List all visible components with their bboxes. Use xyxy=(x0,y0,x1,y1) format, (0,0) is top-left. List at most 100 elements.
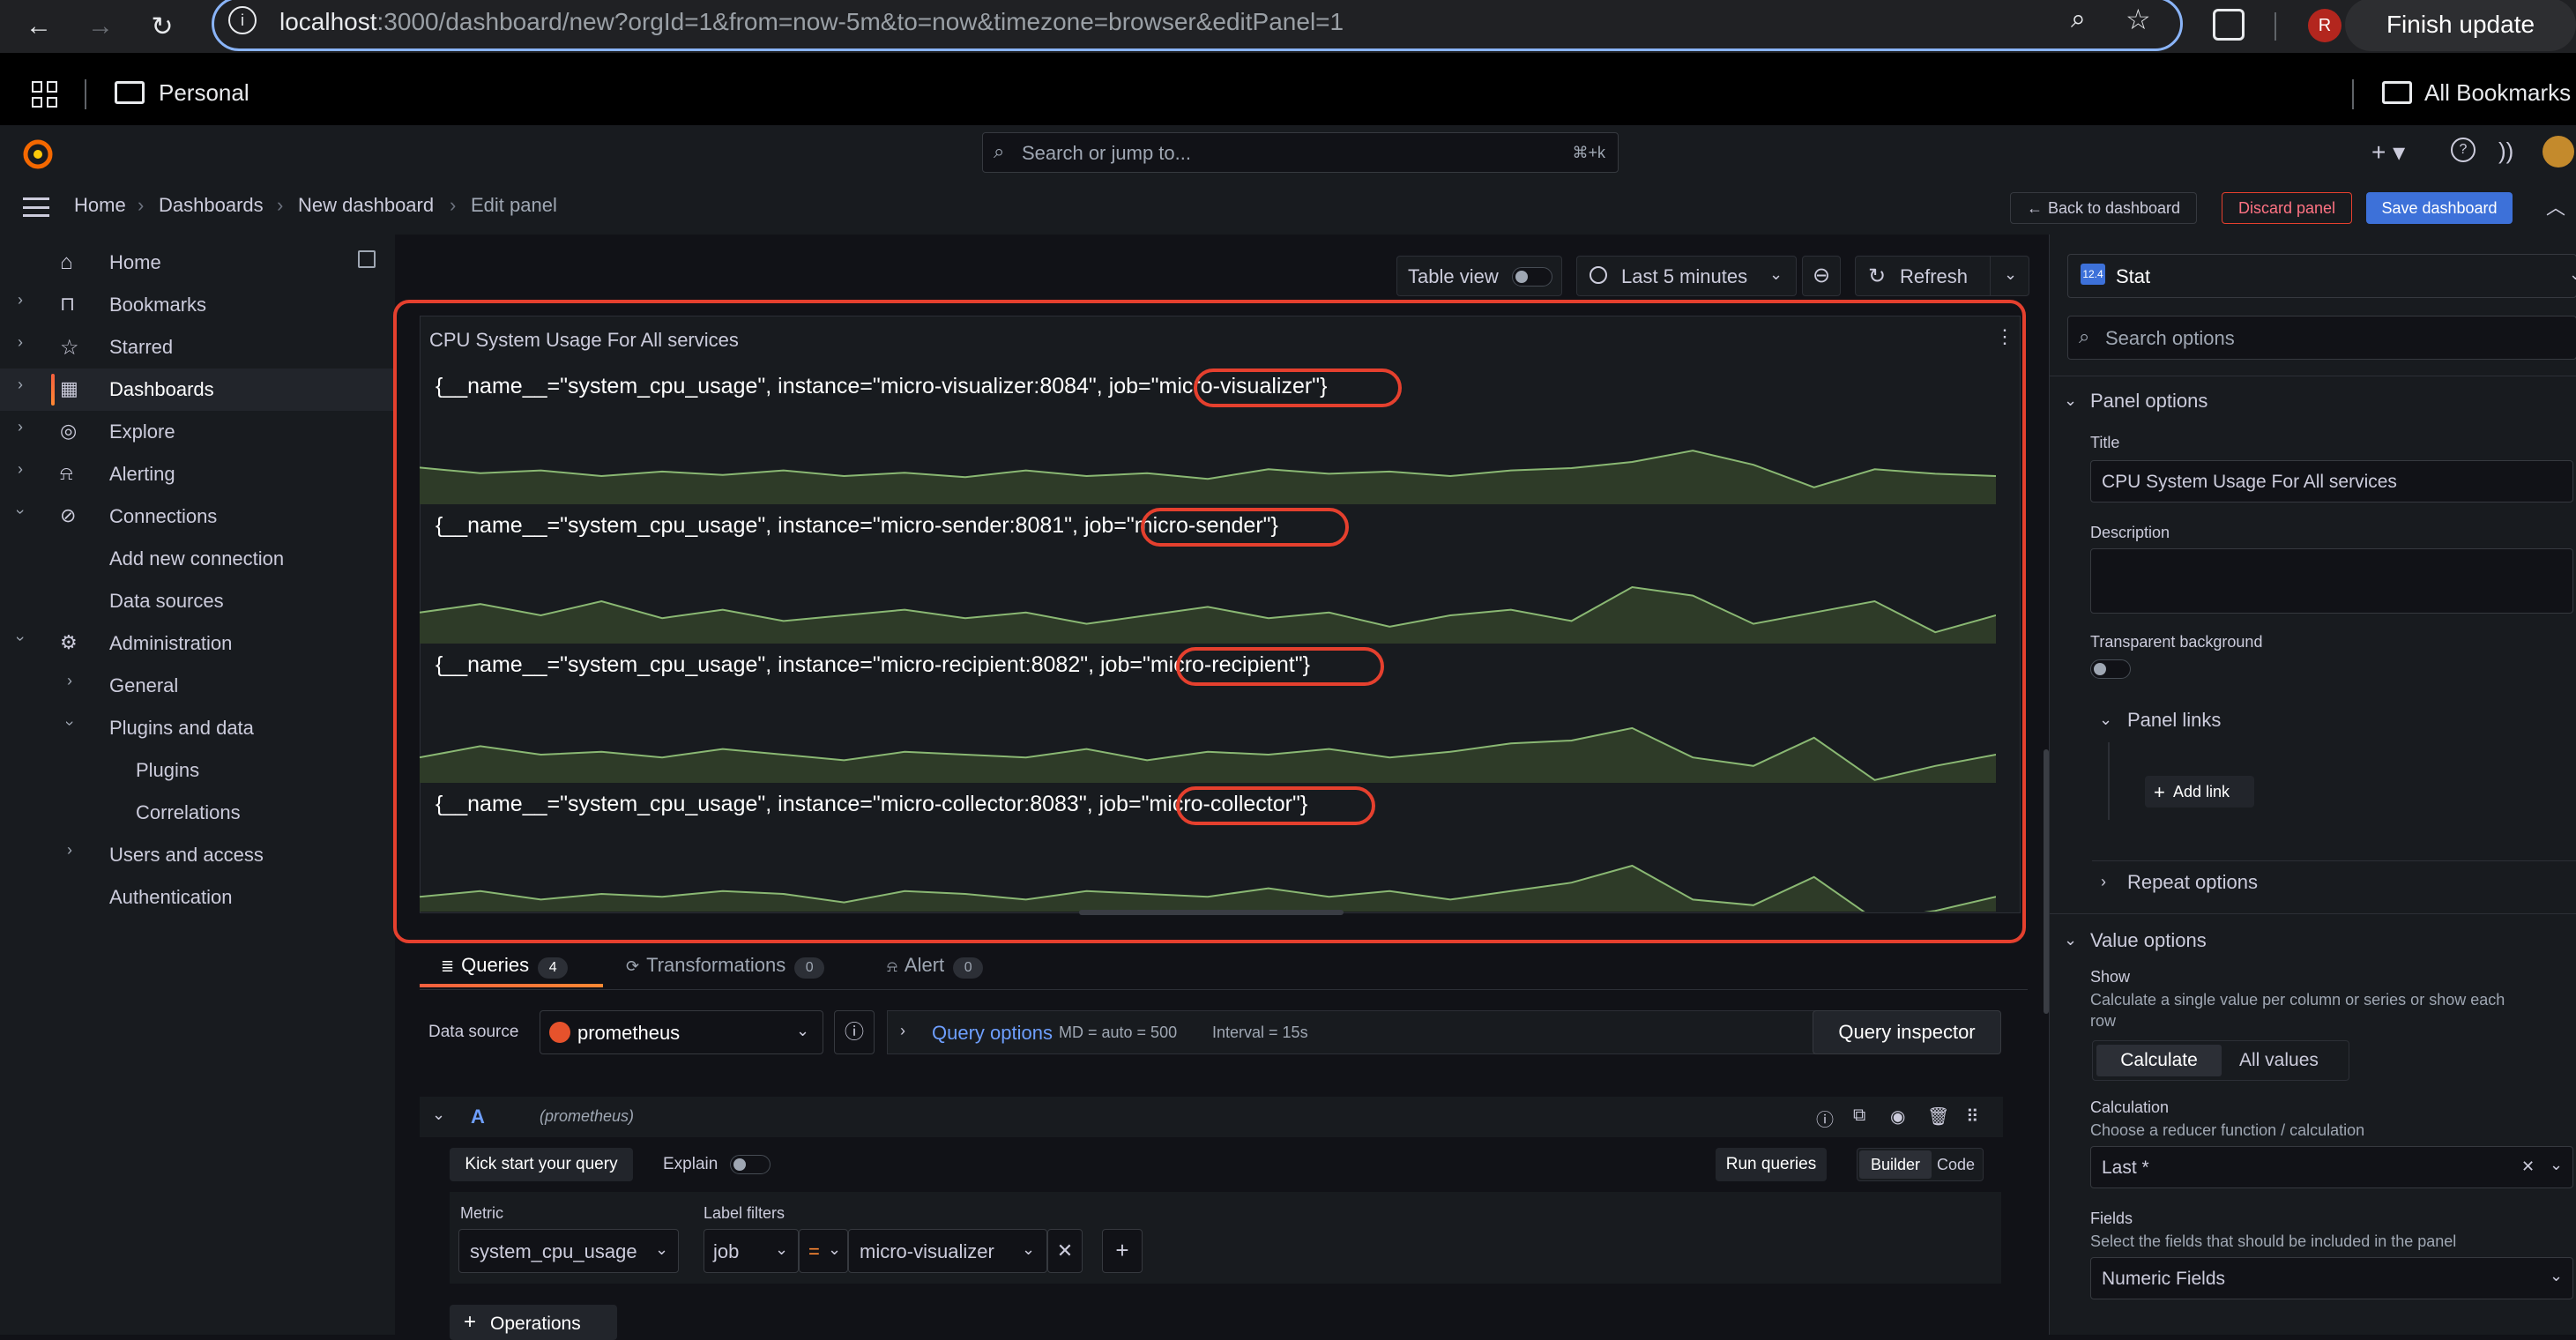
sidebar-item-home[interactable]: ⌂ Home xyxy=(0,242,393,284)
value-options-header[interactable]: Value options xyxy=(2090,929,2207,952)
forward-arrow-icon[interactable]: → xyxy=(83,9,118,44)
dock-menu-icon[interactable] xyxy=(358,250,376,268)
sidebar-item-add-new-connection[interactable]: Add new connection xyxy=(0,538,393,580)
menu-hamburger-icon[interactable] xyxy=(23,197,49,217)
tab-alert[interactable]: ⍾ Alert 0 xyxy=(887,954,984,979)
query-ref-id[interactable]: A xyxy=(471,1106,485,1128)
help-icon[interactable]: ⓘ xyxy=(1816,1106,1834,1131)
refresh-button[interactable]: ↻ Refresh ⌄ xyxy=(1855,256,2029,296)
help-icon[interactable]: ? xyxy=(2451,138,2475,162)
bookmark-personal[interactable]: Personal xyxy=(159,79,249,107)
chevron-right-icon[interactable]: › xyxy=(18,291,23,309)
profile-avatar[interactable]: R xyxy=(2308,9,2341,42)
chevron-right-icon[interactable]: › xyxy=(67,672,72,690)
eye-icon[interactable]: ◉ xyxy=(1890,1106,1905,1128)
query-inspector-button[interactable]: Query inspector xyxy=(1813,1010,2001,1054)
finish-update-button[interactable]: Finish update xyxy=(2345,0,2576,51)
label-key-select[interactable]: job ⌄ xyxy=(704,1229,799,1273)
chevron-down-icon[interactable]: ⌄ xyxy=(2099,711,2112,729)
bookmark-star-icon[interactable]: ☆ xyxy=(2126,3,2151,36)
search-bar[interactable]: ⌕ Search or jump to... ⌘+k xyxy=(982,132,1619,173)
label-operator-select[interactable]: = ⌄ xyxy=(799,1229,848,1273)
chevron-right-icon[interactable]: › xyxy=(18,333,23,352)
sidebar-item-starred[interactable]: › ☆ Starred xyxy=(0,326,393,368)
kick-start-button[interactable]: Kick start your query xyxy=(450,1148,633,1181)
chevron-right-icon[interactable]: › xyxy=(67,841,72,860)
add-new-icon[interactable]: + ▾ xyxy=(2371,138,2405,167)
chevron-down-icon[interactable]: › xyxy=(61,721,79,726)
chevron-down-icon[interactable]: ⌄ xyxy=(2004,265,2017,284)
table-view-toggle[interactable]: Table view xyxy=(1396,256,1562,296)
chevron-down-icon[interactable]: ⌄ xyxy=(2064,931,2077,949)
sidebar-item-plugins[interactable]: Plugins xyxy=(0,749,393,792)
repeat-options-header[interactable]: Repeat options xyxy=(2127,871,2258,894)
tab-transformations[interactable]: ⟳ Transformations 0 xyxy=(626,954,825,979)
chevron-right-icon[interactable]: › xyxy=(18,418,23,436)
title-input[interactable]: CPU System Usage For All services xyxy=(2090,460,2573,502)
add-filter-icon[interactable]: + xyxy=(1102,1229,1143,1273)
run-queries-button[interactable]: Run queries xyxy=(1716,1148,1827,1181)
explain-toggle[interactable] xyxy=(730,1155,771,1174)
sidebar-item-explore[interactable]: › ◎ Explore xyxy=(0,411,393,453)
calculate-option[interactable]: Calculate xyxy=(2096,1045,2222,1076)
query-options-bar[interactable]: › Query options MD = auto = 500 Interval… xyxy=(887,1010,1874,1054)
reload-icon[interactable]: ↻ xyxy=(145,9,180,44)
back-to-dashboard-button[interactable]: ← Back to dashboard xyxy=(2010,192,2197,224)
breadcrumb-dashboards[interactable]: Dashboards xyxy=(159,194,264,217)
table-view-switch[interactable] xyxy=(1512,267,1552,287)
discard-panel-button[interactable]: Discard panel xyxy=(2222,192,2352,224)
sidebar-item-bookmarks[interactable]: › ⊓ Bookmarks xyxy=(0,284,393,326)
news-feed-icon[interactable]: )) xyxy=(2498,138,2513,165)
builder-mode-button[interactable]: Builder xyxy=(1859,1150,1932,1179)
sidebar-item-administration[interactable]: › ⚙ Administration xyxy=(0,622,393,665)
chevron-right-icon[interactable]: › xyxy=(2101,873,2106,891)
description-textarea[interactable] xyxy=(2090,548,2573,614)
transparent-background-toggle[interactable] xyxy=(2090,659,2131,679)
panel-links-header[interactable]: Panel links xyxy=(2127,709,2221,732)
sidebar-item-general[interactable]: › General xyxy=(0,665,393,707)
visualization-picker[interactable]: 12.4 Stat ⌄ xyxy=(2067,254,2576,298)
extensions-icon[interactable] xyxy=(2213,9,2245,41)
add-link-button[interactable]: + Add link xyxy=(2145,776,2254,808)
label-value-select[interactable]: micro-visualizer ⌄ xyxy=(848,1229,1047,1273)
search-options-input[interactable]: ⌕ Search options xyxy=(2067,316,2576,360)
chevron-down-icon[interactable]: › xyxy=(11,636,30,642)
operations-button[interactable]: + Operations xyxy=(450,1305,617,1340)
chevron-down-icon[interactable]: ⌄ xyxy=(2064,391,2077,410)
apps-grid-icon[interactable] xyxy=(32,81,58,108)
site-info-icon[interactable]: i xyxy=(228,6,257,34)
duplicate-icon[interactable]: ⧉ xyxy=(1853,1106,1865,1126)
breadcrumb-new-dashboard[interactable]: New dashboard xyxy=(298,194,434,217)
all-bookmarks[interactable]: All Bookmarks xyxy=(2424,79,2571,107)
calculation-select[interactable]: Last * ✕ ⌄ xyxy=(2090,1146,2573,1188)
sidebar-item-connections[interactable]: › ⊘ Connections xyxy=(0,495,393,538)
clear-icon[interactable]: ✕ xyxy=(2521,1158,2535,1176)
sidebar-item-data-sources[interactable]: Data sources xyxy=(0,580,393,622)
sidebar-item-users-and-access[interactable]: › Users and access xyxy=(0,834,393,876)
sidebar-item-authentication[interactable]: Authentication xyxy=(0,876,393,919)
chevron-right-icon[interactable]: › xyxy=(18,460,23,479)
user-avatar[interactable] xyxy=(2542,136,2574,168)
fields-select[interactable]: Numeric Fields ⌄ xyxy=(2090,1257,2573,1299)
sidebar-item-alerting[interactable]: › ⍾ Alerting xyxy=(0,453,393,495)
zoom-icon[interactable]: ⌕ xyxy=(2071,4,2086,34)
datasource-select[interactable]: prometheus ⌄ xyxy=(540,1010,823,1054)
trash-icon[interactable]: 🗑 xyxy=(1927,1106,1949,1128)
chevron-down-icon[interactable]: ⌄ xyxy=(432,1106,445,1124)
back-arrow-icon[interactable]: ← xyxy=(21,9,56,44)
all-values-option[interactable]: All values xyxy=(2239,1050,2319,1071)
address-bar[interactable]: i localhost:3000/dashboard/new?orgId=1&f… xyxy=(212,0,2183,51)
panel-horizontal-scrollbar[interactable] xyxy=(1079,910,1344,915)
time-range-picker[interactable]: Last 5 minutes ⌄ xyxy=(1576,256,1797,296)
chevron-down-icon[interactable]: › xyxy=(11,510,30,515)
remove-filter-icon[interactable]: ✕ xyxy=(1047,1229,1083,1273)
zoom-out-icon[interactable]: ⊖ xyxy=(1802,256,1841,296)
sidebar-item-dashboards[interactable]: › ▦ Dashboards xyxy=(0,368,393,411)
metric-select[interactable]: system_cpu_usage ⌄ xyxy=(458,1229,679,1273)
chevron-right-icon[interactable]: › xyxy=(18,376,23,394)
panel-options-header[interactable]: Panel options xyxy=(2090,390,2207,413)
collapse-chevron-icon[interactable]: ︿ xyxy=(2546,192,2565,220)
drag-handle-icon[interactable]: ⠿ xyxy=(1966,1106,1979,1128)
save-dashboard-button[interactable]: Save dashboard xyxy=(2366,192,2513,224)
query-options-label[interactable]: Query options xyxy=(932,1022,1053,1045)
